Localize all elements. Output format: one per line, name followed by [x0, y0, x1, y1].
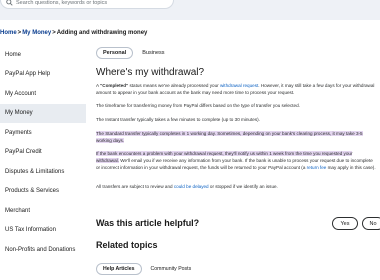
tab-community-posts[interactable]: Community Posts — [145, 263, 198, 275]
yes-button[interactable]: Yes — [332, 217, 358, 230]
breadcrumb-separator: > — [17, 30, 22, 36]
sidebar-item-products-services[interactable]: Products & Services — [0, 182, 86, 202]
paragraph-review: All transfers are subject to review and … — [96, 183, 376, 190]
text: or stopped if we identify an issue. — [208, 184, 278, 189]
completed-status-label: "Completed" — [100, 83, 129, 88]
paragraph-standard-transfer: The Standard transfer typically complete… — [96, 130, 376, 144]
sidebar-item-home[interactable]: Home — [0, 45, 86, 65]
breadcrumb-separator: > — [52, 30, 56, 36]
paragraph-instant-transfer: The Instant transfer typically takes a f… — [96, 117, 260, 122]
sidebar-item-us-tax-information[interactable]: US Tax Information — [0, 221, 86, 241]
highlighted-text: The Standard transfer typically complete… — [96, 131, 363, 143]
feedback-question: Was this article helpful? — [96, 218, 200, 228]
sidebar-item-non-profits-donations[interactable]: Non-Profits and Donations — [0, 240, 86, 260]
breadcrumb-my-money-link[interactable]: My Money — [22, 30, 51, 36]
sidebar-item-paypal-credit[interactable]: PayPal Credit — [0, 143, 86, 163]
article-main: Personal Business Where's my withdrawal?… — [96, 0, 380, 280]
tab-help-articles[interactable]: Help Articles — [96, 263, 142, 275]
related-topics-heading: Related topics — [96, 240, 158, 250]
withdrawal-request-link[interactable]: withdrawal request — [220, 83, 258, 88]
sidebar-item-merchant[interactable]: Merchant — [0, 201, 86, 221]
article-title: Where's my withdrawal? — [96, 67, 205, 78]
breadcrumb-home-link[interactable]: Home — [0, 30, 17, 36]
audience-tabs: Personal Business — [96, 47, 171, 59]
sidebar-item-disputes-limitations[interactable]: Disputes & Limitations — [0, 162, 86, 182]
paragraph-bank-problem: If the bank encounters a problem with yo… — [96, 150, 376, 171]
sidebar-item-my-account[interactable]: My Account — [0, 84, 86, 104]
tab-business[interactable]: Business — [136, 47, 170, 59]
sidebar-item-my-money[interactable]: My Money — [0, 103, 86, 123]
return-fee-link[interactable]: return fee — [307, 165, 327, 170]
could-be-delayed-link[interactable]: could be delayed — [174, 184, 209, 189]
paragraph-timeframe: The timeframe for transferring money fro… — [96, 103, 300, 108]
sidebar-item-paypal-app-help[interactable]: PayPal App Help — [0, 65, 86, 85]
tab-personal[interactable]: Personal — [96, 47, 134, 59]
sidebar-item-payments[interactable]: Payments — [0, 123, 86, 143]
text: may apply in this case). — [326, 165, 376, 170]
search-icon — [6, 0, 13, 6]
text: All transfers are subject to review and — [96, 184, 174, 189]
text: status means we've already processed you… — [128, 83, 220, 88]
sidebar-nav: Home PayPal App Help My Account My Money… — [0, 45, 86, 260]
paragraph-completed-status: A "Completed" status means we've already… — [96, 82, 376, 96]
no-button[interactable]: No — [362, 217, 380, 230]
related-tabs: Help Articles Community Posts — [96, 263, 197, 275]
